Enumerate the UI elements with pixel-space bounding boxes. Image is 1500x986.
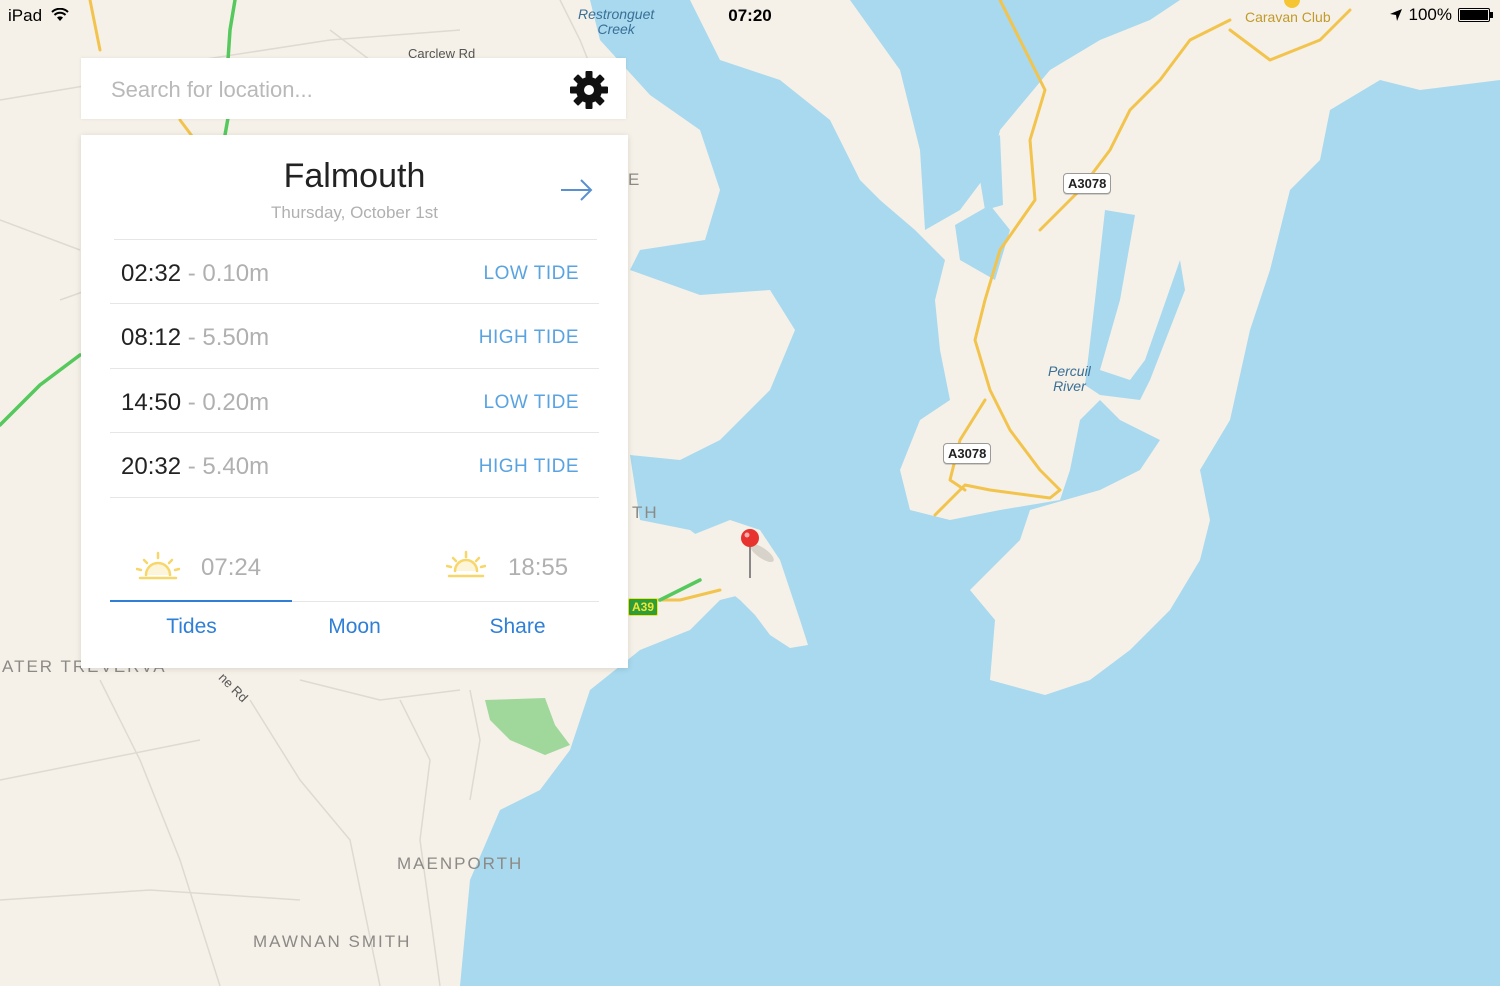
tide-time: 14:50 - 0.20m bbox=[121, 389, 270, 416]
tab-bar: Tides Moon Share bbox=[110, 601, 599, 668]
status-bar: iPad 07:20 100% bbox=[0, 0, 1500, 30]
tide-row: 20:32 - 5.40m HIGH TIDE bbox=[110, 433, 599, 497]
tab-tides[interactable]: Tides bbox=[110, 615, 273, 639]
tide-type-label: HIGH TIDE bbox=[478, 327, 579, 348]
sunrise-info: 07:24 bbox=[136, 547, 286, 587]
location-title: Falmouth bbox=[283, 157, 426, 195]
search-input[interactable] bbox=[109, 72, 553, 108]
tide-type-label: LOW TIDE bbox=[483, 263, 579, 284]
tide-row: 14:50 - 0.20m LOW TIDE bbox=[110, 369, 599, 433]
road-shield-a3078-north: A3078 bbox=[1063, 173, 1112, 194]
tide-card: Falmouth Thursday, October 1st 02:32 - 0… bbox=[81, 135, 628, 668]
sunset-time: 18:55 bbox=[508, 554, 569, 581]
tide-type-label: HIGH TIDE bbox=[478, 456, 579, 477]
battery-icon bbox=[1458, 8, 1493, 22]
arrow-right-icon[interactable] bbox=[557, 175, 597, 205]
sunrise-time: 07:24 bbox=[201, 554, 262, 581]
map-label-th: TH bbox=[632, 503, 659, 522]
battery-percent: 100% bbox=[1408, 5, 1452, 24]
status-time: 07:20 bbox=[728, 6, 772, 25]
location-arrow-icon bbox=[1389, 9, 1402, 21]
sunset-icon bbox=[446, 550, 486, 578]
tide-time: 08:12 - 5.50m bbox=[121, 324, 270, 351]
tide-height: - 5.40m bbox=[187, 453, 270, 480]
map-label-maenporth: MAENPORTH bbox=[397, 854, 524, 873]
map-label-mawnan-smith: MAWNAN SMITH bbox=[253, 932, 412, 951]
tab-moon[interactable]: Moon bbox=[273, 615, 436, 639]
search-bar bbox=[81, 58, 626, 119]
gear-icon[interactable] bbox=[569, 70, 609, 110]
road-shield-a39: A39 bbox=[628, 598, 659, 616]
sunset-info: 18:55 bbox=[446, 547, 596, 587]
tide-row: 08:12 - 5.50m HIGH TIDE bbox=[110, 304, 599, 368]
tide-type-label: LOW TIDE bbox=[483, 392, 579, 413]
tide-height: - 0.20m bbox=[187, 389, 270, 416]
date-subtitle: Thursday, October 1st bbox=[271, 203, 438, 222]
map-label-percuil: Percuil River bbox=[1048, 363, 1091, 394]
tab-share[interactable]: Share bbox=[436, 615, 599, 639]
road-shield-a3078-south: A3078 bbox=[943, 443, 992, 464]
tide-height: - 0.10m bbox=[187, 260, 270, 287]
status-right: 100% bbox=[1389, 5, 1493, 25]
map-label-e: E bbox=[628, 170, 642, 189]
divider bbox=[110, 497, 599, 498]
tide-time: 20:32 - 5.40m bbox=[121, 453, 270, 480]
tide-row: 02:32 - 0.10m LOW TIDE bbox=[110, 240, 599, 304]
tide-time: 02:32 - 0.10m bbox=[121, 260, 270, 287]
sunrise-icon bbox=[136, 551, 180, 580]
tide-height: - 5.50m bbox=[187, 324, 270, 351]
